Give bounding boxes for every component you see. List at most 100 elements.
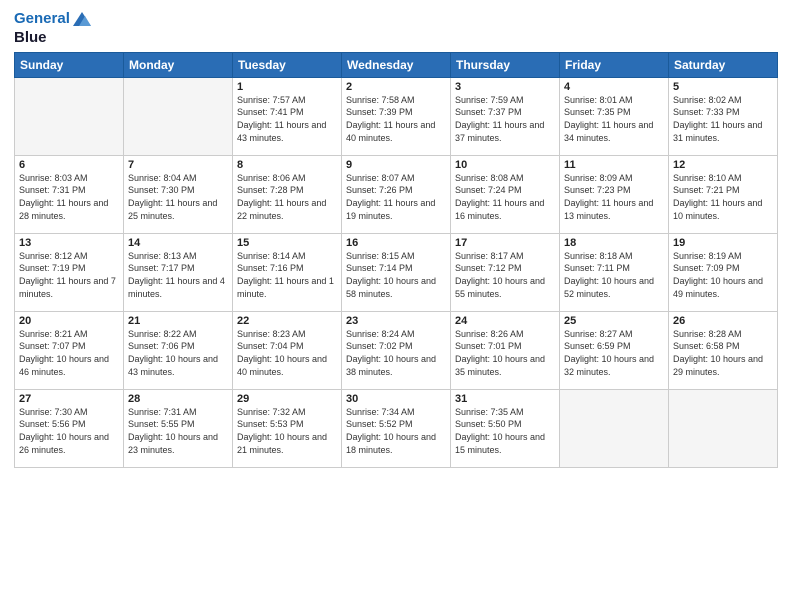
- day-number: 7: [128, 159, 228, 171]
- day-cell: 6Sunrise: 8:03 AMSunset: 7:31 PMDaylight…: [15, 155, 124, 233]
- weekday-thursday: Thursday: [451, 52, 560, 77]
- week-row-2: 13Sunrise: 8:12 AMSunset: 7:19 PMDayligh…: [15, 233, 778, 311]
- day-info: Sunrise: 7:32 AMSunset: 5:53 PMDaylight:…: [237, 406, 337, 456]
- logo: General Blue: [14, 10, 93, 46]
- day-number: 14: [128, 237, 228, 249]
- day-info: Sunrise: 7:31 AMSunset: 5:55 PMDaylight:…: [128, 406, 228, 456]
- page-container: General Blue SundayMondayTuesdayWednesda…: [0, 0, 792, 478]
- day-number: 25: [564, 315, 664, 327]
- day-info: Sunrise: 8:28 AMSunset: 6:58 PMDaylight:…: [673, 328, 773, 378]
- weekday-header-row: SundayMondayTuesdayWednesdayThursdayFrid…: [15, 52, 778, 77]
- day-cell: [15, 77, 124, 155]
- day-info: Sunrise: 8:06 AMSunset: 7:28 PMDaylight:…: [237, 172, 337, 222]
- day-info: Sunrise: 8:04 AMSunset: 7:30 PMDaylight:…: [128, 172, 228, 222]
- day-cell: 27Sunrise: 7:30 AMSunset: 5:56 PMDayligh…: [15, 389, 124, 467]
- day-number: 10: [455, 159, 555, 171]
- day-cell: 7Sunrise: 8:04 AMSunset: 7:30 PMDaylight…: [124, 155, 233, 233]
- day-cell: 20Sunrise: 8:21 AMSunset: 7:07 PMDayligh…: [15, 311, 124, 389]
- day-cell: [669, 389, 778, 467]
- day-info: Sunrise: 8:23 AMSunset: 7:04 PMDaylight:…: [237, 328, 337, 378]
- day-number: 18: [564, 237, 664, 249]
- day-info: Sunrise: 8:03 AMSunset: 7:31 PMDaylight:…: [19, 172, 119, 222]
- calendar-table: SundayMondayTuesdayWednesdayThursdayFrid…: [14, 52, 778, 468]
- day-number: 30: [346, 393, 446, 405]
- day-cell: 21Sunrise: 8:22 AMSunset: 7:06 PMDayligh…: [124, 311, 233, 389]
- day-info: Sunrise: 8:21 AMSunset: 7:07 PMDaylight:…: [19, 328, 119, 378]
- day-number: 19: [673, 237, 773, 249]
- day-cell: 17Sunrise: 8:17 AMSunset: 7:12 PMDayligh…: [451, 233, 560, 311]
- day-number: 27: [19, 393, 119, 405]
- day-cell: 22Sunrise: 8:23 AMSunset: 7:04 PMDayligh…: [233, 311, 342, 389]
- day-cell: 31Sunrise: 7:35 AMSunset: 5:50 PMDayligh…: [451, 389, 560, 467]
- day-number: 20: [19, 315, 119, 327]
- day-info: Sunrise: 8:01 AMSunset: 7:35 PMDaylight:…: [564, 94, 664, 144]
- day-number: 1: [237, 81, 337, 93]
- day-number: 2: [346, 81, 446, 93]
- day-cell: 11Sunrise: 8:09 AMSunset: 7:23 PMDayligh…: [560, 155, 669, 233]
- day-cell: 23Sunrise: 8:24 AMSunset: 7:02 PMDayligh…: [342, 311, 451, 389]
- day-info: Sunrise: 8:09 AMSunset: 7:23 PMDaylight:…: [564, 172, 664, 222]
- day-cell: 14Sunrise: 8:13 AMSunset: 7:17 PMDayligh…: [124, 233, 233, 311]
- day-number: 28: [128, 393, 228, 405]
- day-cell: 4Sunrise: 8:01 AMSunset: 7:35 PMDaylight…: [560, 77, 669, 155]
- day-cell: 24Sunrise: 8:26 AMSunset: 7:01 PMDayligh…: [451, 311, 560, 389]
- weekday-sunday: Sunday: [15, 52, 124, 77]
- day-cell: 29Sunrise: 7:32 AMSunset: 5:53 PMDayligh…: [233, 389, 342, 467]
- day-cell: [124, 77, 233, 155]
- day-number: 4: [564, 81, 664, 93]
- day-number: 15: [237, 237, 337, 249]
- day-info: Sunrise: 8:17 AMSunset: 7:12 PMDaylight:…: [455, 250, 555, 300]
- day-info: Sunrise: 7:35 AMSunset: 5:50 PMDaylight:…: [455, 406, 555, 456]
- day-number: 12: [673, 159, 773, 171]
- day-info: Sunrise: 8:18 AMSunset: 7:11 PMDaylight:…: [564, 250, 664, 300]
- day-number: 23: [346, 315, 446, 327]
- day-info: Sunrise: 7:57 AMSunset: 7:41 PMDaylight:…: [237, 94, 337, 144]
- day-info: Sunrise: 8:15 AMSunset: 7:14 PMDaylight:…: [346, 250, 446, 300]
- day-info: Sunrise: 8:24 AMSunset: 7:02 PMDaylight:…: [346, 328, 446, 378]
- day-number: 31: [455, 393, 555, 405]
- day-info: Sunrise: 8:07 AMSunset: 7:26 PMDaylight:…: [346, 172, 446, 222]
- day-number: 22: [237, 315, 337, 327]
- day-cell: 1Sunrise: 7:57 AMSunset: 7:41 PMDaylight…: [233, 77, 342, 155]
- day-info: Sunrise: 8:13 AMSunset: 7:17 PMDaylight:…: [128, 250, 228, 300]
- day-number: 8: [237, 159, 337, 171]
- day-info: Sunrise: 7:58 AMSunset: 7:39 PMDaylight:…: [346, 94, 446, 144]
- week-row-3: 20Sunrise: 8:21 AMSunset: 7:07 PMDayligh…: [15, 311, 778, 389]
- day-number: 21: [128, 315, 228, 327]
- day-number: 29: [237, 393, 337, 405]
- day-cell: 2Sunrise: 7:58 AMSunset: 7:39 PMDaylight…: [342, 77, 451, 155]
- day-cell: 26Sunrise: 8:28 AMSunset: 6:58 PMDayligh…: [669, 311, 778, 389]
- day-info: Sunrise: 8:02 AMSunset: 7:33 PMDaylight:…: [673, 94, 773, 144]
- day-number: 5: [673, 81, 773, 93]
- day-info: Sunrise: 7:30 AMSunset: 5:56 PMDaylight:…: [19, 406, 119, 456]
- day-info: Sunrise: 7:59 AMSunset: 7:37 PMDaylight:…: [455, 94, 555, 144]
- weekday-wednesday: Wednesday: [342, 52, 451, 77]
- day-number: 24: [455, 315, 555, 327]
- logo-blue: Blue: [14, 29, 93, 46]
- day-info: Sunrise: 8:27 AMSunset: 6:59 PMDaylight:…: [564, 328, 664, 378]
- day-info: Sunrise: 8:14 AMSunset: 7:16 PMDaylight:…: [237, 250, 337, 300]
- day-number: 26: [673, 315, 773, 327]
- day-info: Sunrise: 8:19 AMSunset: 7:09 PMDaylight:…: [673, 250, 773, 300]
- weekday-friday: Friday: [560, 52, 669, 77]
- day-cell: 8Sunrise: 8:06 AMSunset: 7:28 PMDaylight…: [233, 155, 342, 233]
- day-number: 11: [564, 159, 664, 171]
- day-cell: 25Sunrise: 8:27 AMSunset: 6:59 PMDayligh…: [560, 311, 669, 389]
- day-info: Sunrise: 8:22 AMSunset: 7:06 PMDaylight:…: [128, 328, 228, 378]
- day-cell: 28Sunrise: 7:31 AMSunset: 5:55 PMDayligh…: [124, 389, 233, 467]
- day-cell: 13Sunrise: 8:12 AMSunset: 7:19 PMDayligh…: [15, 233, 124, 311]
- day-cell: 15Sunrise: 8:14 AMSunset: 7:16 PMDayligh…: [233, 233, 342, 311]
- weekday-monday: Monday: [124, 52, 233, 77]
- day-number: 3: [455, 81, 555, 93]
- day-cell: 16Sunrise: 8:15 AMSunset: 7:14 PMDayligh…: [342, 233, 451, 311]
- day-info: Sunrise: 8:26 AMSunset: 7:01 PMDaylight:…: [455, 328, 555, 378]
- day-cell: 10Sunrise: 8:08 AMSunset: 7:24 PMDayligh…: [451, 155, 560, 233]
- day-cell: 18Sunrise: 8:18 AMSunset: 7:11 PMDayligh…: [560, 233, 669, 311]
- logo-text: General: [14, 10, 93, 29]
- week-row-0: 1Sunrise: 7:57 AMSunset: 7:41 PMDaylight…: [15, 77, 778, 155]
- day-cell: 19Sunrise: 8:19 AMSunset: 7:09 PMDayligh…: [669, 233, 778, 311]
- day-cell: [560, 389, 669, 467]
- day-cell: 3Sunrise: 7:59 AMSunset: 7:37 PMDaylight…: [451, 77, 560, 155]
- day-number: 17: [455, 237, 555, 249]
- day-info: Sunrise: 8:08 AMSunset: 7:24 PMDaylight:…: [455, 172, 555, 222]
